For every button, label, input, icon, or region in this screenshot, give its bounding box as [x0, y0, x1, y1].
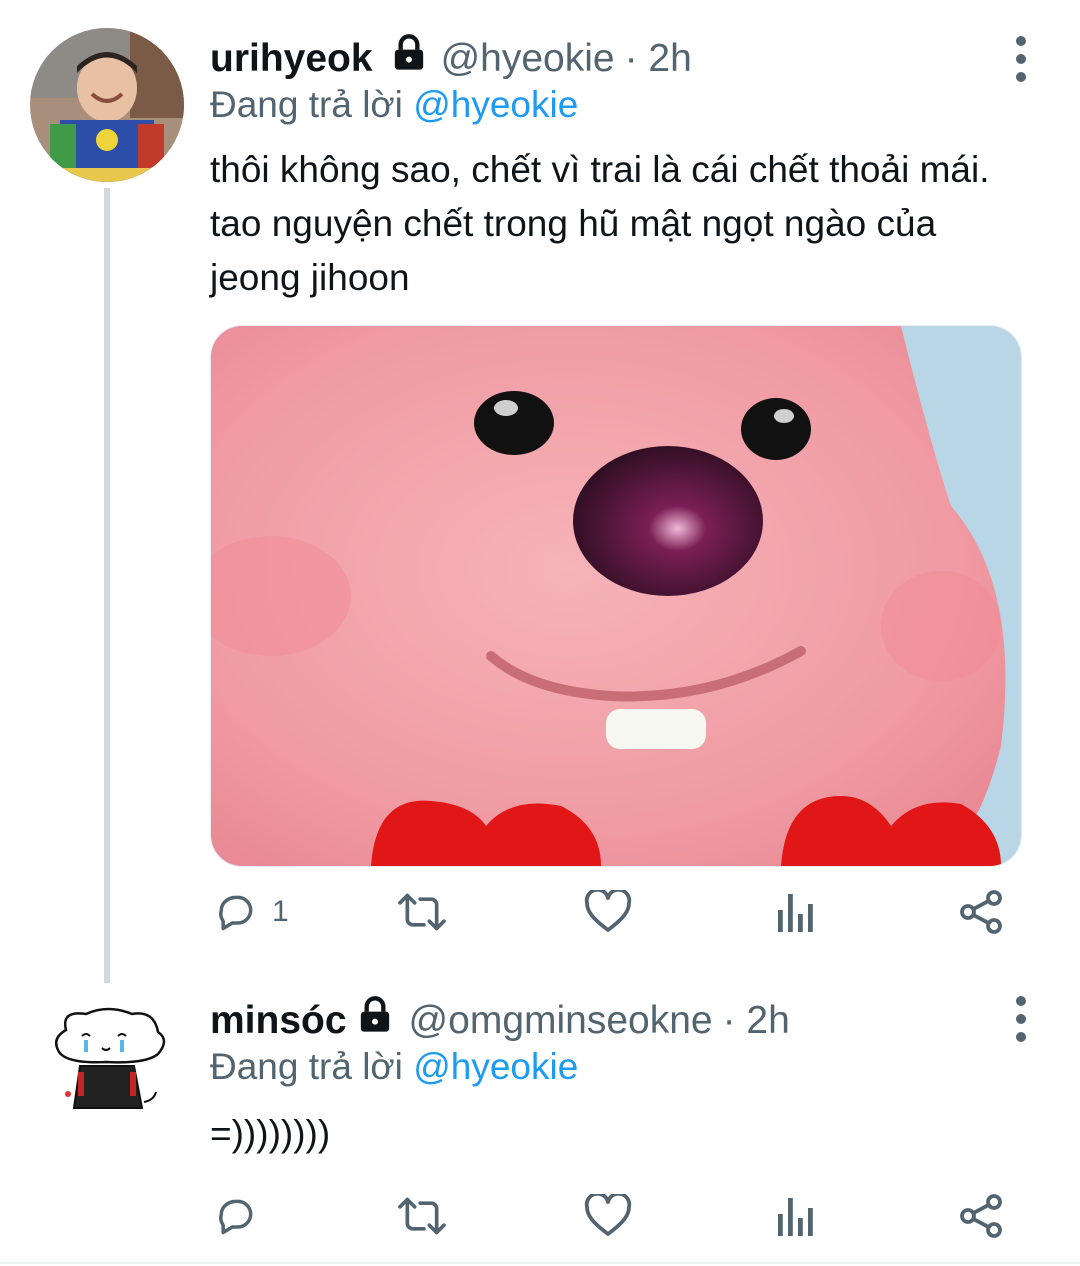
heart-icon — [584, 1194, 632, 1236]
tweet-text: thôi không sao, chết vì trai là cái chết… — [210, 149, 990, 298]
loopy-character-image — [211, 326, 1021, 866]
share-button[interactable] — [958, 882, 1006, 942]
avatar-doodle — [46, 1000, 170, 1124]
avatar[interactable] — [30, 28, 184, 182]
reply-mention-link[interactable]: @hyeokie — [413, 1046, 578, 1087]
lock-icon — [389, 33, 429, 84]
tweet-header: urihyeok @hyeokie · 2h — [210, 33, 692, 84]
reply-button[interactable]: 1 — [214, 882, 289, 942]
tweet-header: minsóc @omgminseokne · 2h — [210, 995, 790, 1046]
replying-to: Đang trả lời @hyeokie — [210, 1045, 578, 1089]
reply-prefix: Đang trả lời — [210, 1046, 403, 1087]
tweet-image[interactable] — [210, 325, 1022, 867]
retweet-button[interactable] — [396, 882, 448, 942]
reply-button[interactable] — [214, 1186, 258, 1246]
retweet-icon — [398, 1197, 446, 1235]
thread-connector-line — [104, 188, 110, 983]
replying-to: Đang trả lời @hyeokie — [210, 83, 578, 127]
retweet-button[interactable] — [396, 1186, 448, 1246]
handle[interactable]: @hyeokie — [441, 36, 615, 82]
handle[interactable]: @omgminseokne — [409, 998, 713, 1044]
lock-icon — [355, 995, 395, 1046]
display-name[interactable]: urihyeok — [210, 36, 373, 82]
analytics-icon — [778, 1198, 813, 1236]
more-vertical-icon[interactable] — [1016, 996, 1028, 1042]
tweet-actions — [210, 1186, 1030, 1246]
bottom-divider — [0, 1262, 1080, 1264]
share-icon — [960, 1194, 1002, 1238]
display-name[interactable]: minsóc — [210, 998, 347, 1044]
share-icon — [960, 890, 1002, 934]
reply-mention-link[interactable]: @hyeokie — [413, 84, 578, 125]
retweet-icon — [398, 893, 446, 931]
reply-count: 1 — [272, 895, 289, 928]
like-button[interactable] — [584, 882, 632, 942]
more-vertical-icon[interactable] — [1016, 36, 1028, 82]
analytics-button[interactable] — [776, 1186, 816, 1246]
tweet-text: =)))))))) — [210, 1113, 331, 1154]
analytics-button[interactable] — [776, 882, 816, 942]
timestamp[interactable]: · 2h — [723, 998, 790, 1044]
tweet-actions: 1 — [210, 882, 1030, 942]
avatar[interactable] — [46, 1000, 170, 1124]
heart-icon — [584, 890, 632, 932]
avatar-photo — [30, 28, 184, 182]
reply-icon — [219, 895, 253, 931]
analytics-icon — [778, 894, 813, 932]
reply-prefix: Đang trả lời — [210, 84, 403, 125]
timestamp[interactable]: · 2h — [625, 36, 692, 82]
like-button[interactable] — [584, 1186, 632, 1246]
share-button[interactable] — [958, 1186, 1006, 1246]
reply-icon — [219, 1199, 253, 1235]
